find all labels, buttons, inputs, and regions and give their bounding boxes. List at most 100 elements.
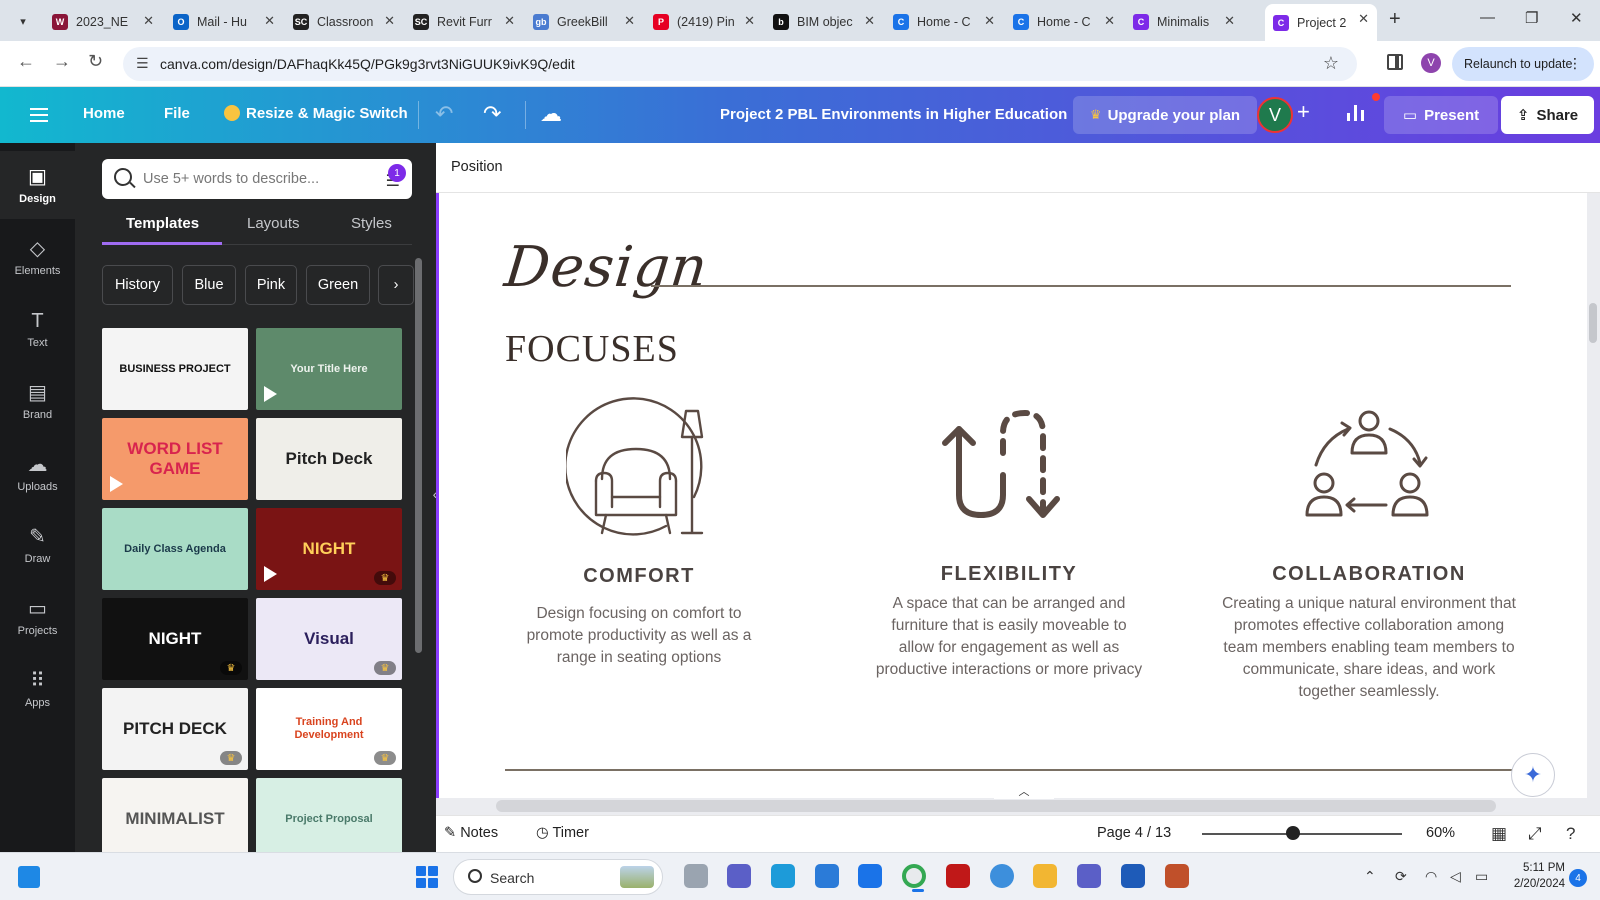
- restore-button[interactable]: ❐: [1525, 9, 1538, 27]
- template-search-input[interactable]: Use 5+ words to describe... ☰ 1: [102, 159, 412, 199]
- close-tab-icon[interactable]: ✕: [384, 13, 395, 29]
- relaunch-button[interactable]: Relaunch to update ⋮: [1452, 47, 1594, 81]
- timer-button[interactable]: ◷ Timer: [536, 825, 589, 841]
- browser-tab[interactable]: SC Classroon ✕: [285, 6, 403, 38]
- focus-title-flexibility[interactable]: FLEXIBILITY: [889, 563, 1129, 586]
- close-tab-icon[interactable]: ✕: [264, 13, 275, 29]
- chip-blue[interactable]: Blue: [182, 265, 236, 305]
- rail-item-draw[interactable]: ✎ Draw: [0, 511, 75, 579]
- redo-icon[interactable]: ↷: [483, 101, 501, 127]
- rail-item-elements[interactable]: ◇ Elements: [0, 223, 75, 291]
- site-info-icon[interactable]: ☰: [136, 55, 149, 72]
- slide-bottom-line[interactable]: [505, 769, 1515, 771]
- cloud-saved-icon[interactable]: ☁: [540, 101, 562, 127]
- profile-avatar[interactable]: V: [1421, 53, 1441, 73]
- close-tab-icon[interactable]: ✕: [143, 13, 154, 29]
- home-button[interactable]: Home: [83, 105, 125, 122]
- volume-icon[interactable]: ◁: [1450, 868, 1461, 885]
- help-icon[interactable]: ?: [1566, 824, 1575, 844]
- canvas-vertical-scroll-thumb[interactable]: [1589, 303, 1597, 343]
- template-thumbnail[interactable]: Project Proposal: [256, 778, 402, 860]
- browser-tab[interactable]: C Home - C ✕: [885, 6, 1003, 38]
- mcafee-shield-icon[interactable]: [946, 864, 970, 888]
- user-avatar[interactable]: V: [1257, 97, 1293, 133]
- browser-tab[interactable]: P (2419) Pin ✕: [645, 6, 763, 38]
- back-arrow-icon[interactable]: ←: [17, 51, 35, 72]
- browser-tab[interactable]: W 2023_NE ✕: [44, 6, 162, 38]
- show-pages-button[interactable]: ︿: [994, 783, 1054, 799]
- rail-item-projects[interactable]: ▭ Projects: [0, 583, 75, 651]
- notification-count-badge[interactable]: 4: [1569, 869, 1587, 887]
- template-thumbnail[interactable]: Pitch Deck: [256, 418, 402, 500]
- battery-icon[interactable]: ▭: [1475, 868, 1488, 885]
- more-menu-icon[interactable]: ⋮: [1568, 55, 1582, 72]
- rail-item-apps[interactable]: ⠿ Apps: [0, 655, 75, 723]
- close-tab-icon[interactable]: ✕: [624, 13, 635, 29]
- browser-tab[interactable]: gb GreekBill ✕: [525, 6, 643, 38]
- tray-chevron-icon[interactable]: ⌃: [1364, 868, 1376, 885]
- zoom-slider[interactable]: [1202, 833, 1402, 835]
- chip-pink[interactable]: Pink: [245, 265, 297, 305]
- chip-green[interactable]: Green: [306, 265, 370, 305]
- browser-tab[interactable]: b BIM objec ✕: [765, 6, 883, 38]
- tab-layouts[interactable]: Layouts: [247, 215, 300, 232]
- team-cycle-icon[interactable]: [1304, 403, 1434, 528]
- edge-icon[interactable]: [771, 864, 795, 888]
- position-button[interactable]: Position: [451, 159, 503, 175]
- template-thumbnail[interactable]: Your Title Here: [256, 328, 402, 410]
- page-indicator[interactable]: Page 4 / 13: [1097, 825, 1171, 841]
- minimize-button[interactable]: —: [1480, 9, 1495, 26]
- panel-scroll-thumb[interactable]: [415, 258, 422, 653]
- template-thumbnail[interactable]: NIGHT ♛: [256, 508, 402, 590]
- reload-icon[interactable]: ↻: [88, 51, 103, 72]
- taskbar-search[interactable]: Search: [453, 859, 663, 895]
- close-tab-icon[interactable]: ✕: [864, 13, 875, 29]
- slide-divider-line[interactable]: [651, 285, 1511, 287]
- focus-title-comfort[interactable]: COMFORT: [519, 565, 759, 588]
- focus-title-collaboration[interactable]: COLLABORATION: [1249, 563, 1489, 586]
- share-button[interactable]: ⇪ Share: [1501, 96, 1594, 134]
- rail-item-uploads[interactable]: ☁ Uploads: [0, 439, 75, 507]
- flexible-arrows-icon[interactable]: [939, 403, 1069, 528]
- archive-app-icon[interactable]: [1165, 864, 1189, 888]
- browser-tab[interactable]: O Mail - Hu ✕: [165, 6, 283, 38]
- template-thumbnail[interactable]: NIGHT ♛: [102, 598, 248, 680]
- canvas-horizontal-scrollbar[interactable]: [496, 800, 1496, 812]
- wifi-icon[interactable]: ◠: [1425, 868, 1437, 885]
- folder-icon[interactable]: [1033, 864, 1057, 888]
- side-panel-icon[interactable]: [1387, 54, 1403, 70]
- template-thumbnail[interactable]: PITCH DECK ♛: [102, 688, 248, 770]
- close-tab-icon[interactable]: ✕: [1104, 13, 1115, 29]
- menu-hamburger-icon[interactable]: [30, 104, 48, 124]
- slide-script-title[interactable]: Design: [502, 235, 711, 300]
- template-thumbnail[interactable]: Training And Development ♛: [256, 688, 402, 770]
- insights-chart-icon[interactable]: [1345, 101, 1367, 123]
- tab-styles[interactable]: Styles: [351, 215, 392, 232]
- zoom-slider-handle[interactable]: [1286, 826, 1300, 840]
- grid-view-icon[interactable]: ▦: [1491, 824, 1507, 844]
- slide-caps-title[interactable]: FOCUSES: [505, 327, 679, 371]
- mcafee-app-icon[interactable]: [858, 864, 882, 888]
- store-icon[interactable]: [815, 864, 839, 888]
- close-tab-icon[interactable]: ✕: [984, 13, 995, 29]
- close-tab-icon[interactable]: ✕: [744, 13, 755, 29]
- notes-button[interactable]: ✎ Notes: [444, 825, 498, 841]
- focus-description[interactable]: Design focusing on comfort to promote pr…: [519, 603, 759, 669]
- magic-assistant-button[interactable]: ✦: [1511, 753, 1555, 797]
- add-collaborator-icon[interactable]: +: [1297, 99, 1310, 125]
- close-tab-icon[interactable]: ✕: [504, 13, 515, 29]
- upgrade-plan-button[interactable]: ♛ Upgrade your plan: [1073, 96, 1257, 134]
- tab-search-menu-icon[interactable]: ▾: [12, 10, 34, 32]
- url-field[interactable]: ☰ canva.com/design/DAFhaqKk45Q/PGk9g3rvt…: [123, 47, 1357, 81]
- panel-scrollbar[interactable]: [413, 248, 423, 838]
- close-tab-icon[interactable]: ✕: [1358, 11, 1369, 27]
- tab-templates[interactable]: Templates: [126, 215, 199, 232]
- resize-magic-switch-button[interactable]: Resize & Magic Switch: [224, 105, 408, 122]
- browser-tab[interactable]: C Minimalis ✕: [1125, 6, 1243, 38]
- chip-history[interactable]: History: [102, 265, 173, 305]
- zoom-percentage[interactable]: 60%: [1426, 825, 1455, 841]
- teams-icon[interactable]: [1077, 864, 1101, 888]
- slide-page[interactable]: Design FOCUSES COMFORT Design focusing o…: [436, 193, 1587, 798]
- document-title[interactable]: Project 2 PBL Environments in Higher Edu…: [720, 106, 1067, 123]
- rail-item-brand[interactable]: ▤ Brand: [0, 367, 75, 435]
